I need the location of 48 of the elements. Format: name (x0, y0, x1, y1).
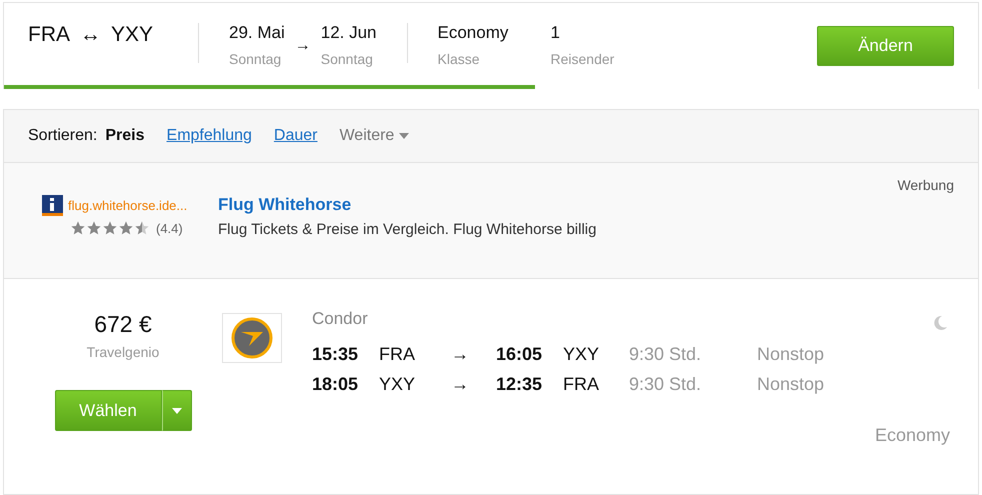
airline-logo-icon (231, 317, 273, 359)
moon-icon (932, 315, 948, 331)
round-trip-symbol: ↔ (80, 23, 101, 47)
flight-arrow: → (451, 374, 470, 394)
provider-name: Travelgenio (86, 344, 160, 360)
origin-code: FRA (28, 23, 70, 47)
cabin-class: Economy (438, 23, 510, 43)
select-dropdown-button[interactable] (162, 390, 192, 431)
sort-option[interactable]: Empfehlung (166, 127, 252, 145)
ad-title-link[interactable]: Flug Whitehorse (218, 195, 596, 215)
date-arrow: → (294, 37, 311, 55)
flight-duration: 9:30 Std. (629, 374, 702, 394)
select-button[interactable]: Wählen (54, 390, 162, 431)
more-dropdown[interactable]: Weitere (339, 127, 410, 145)
airline-name: Condor (312, 309, 368, 329)
departure-airport: FRA (379, 344, 416, 364)
arrival-time: 16:05 (496, 344, 544, 364)
departure-weekday: Sonntag (229, 51, 282, 67)
sort-option[interactable]: Preis (105, 127, 145, 145)
cabin-class: Economy (874, 425, 950, 446)
caret-icon (172, 408, 182, 414)
stops: Nonstop (757, 374, 824, 394)
ad-description: Flug Tickets & Preise im Vergleich. Flug Whitehorse billig (218, 221, 596, 238)
flight-duration: 9:30 Std. (629, 344, 702, 364)
return-weekday: Sonntag (320, 51, 374, 67)
price: 672 € (94, 311, 152, 338)
info-logo-icon (42, 195, 63, 216)
change-button[interactable]: Ändern (817, 26, 954, 66)
traveler-label: Reisender (550, 51, 614, 67)
flight-arrow: → (451, 344, 470, 364)
departure-airport: YXY (379, 374, 416, 394)
departure-time: 15:35 (312, 344, 360, 364)
ad-domain-link[interactable]: flug.whitehorse.ide... (42, 195, 218, 216)
departure-date: 29. Mai (229, 23, 285, 43)
arrival-airport: FRA (563, 374, 600, 394)
arrival-time: 12:35 (496, 374, 544, 394)
arrival-airport: YXY (563, 344, 600, 364)
caret-icon (399, 133, 410, 139)
cabin-label: Klasse (438, 51, 481, 67)
sort-label: Sortieren: (28, 127, 98, 145)
stops: Nonstop (757, 344, 824, 364)
return-date: 12. Jun (320, 23, 377, 43)
traveler-count: 1 (550, 23, 561, 43)
sort-option[interactable]: Dauer (274, 127, 318, 145)
ad-label: Werbung (897, 177, 954, 193)
departure-time: 18:05 (312, 374, 360, 394)
destination-code: YXY (111, 23, 154, 47)
rating-value: (4.4) (156, 220, 183, 236)
